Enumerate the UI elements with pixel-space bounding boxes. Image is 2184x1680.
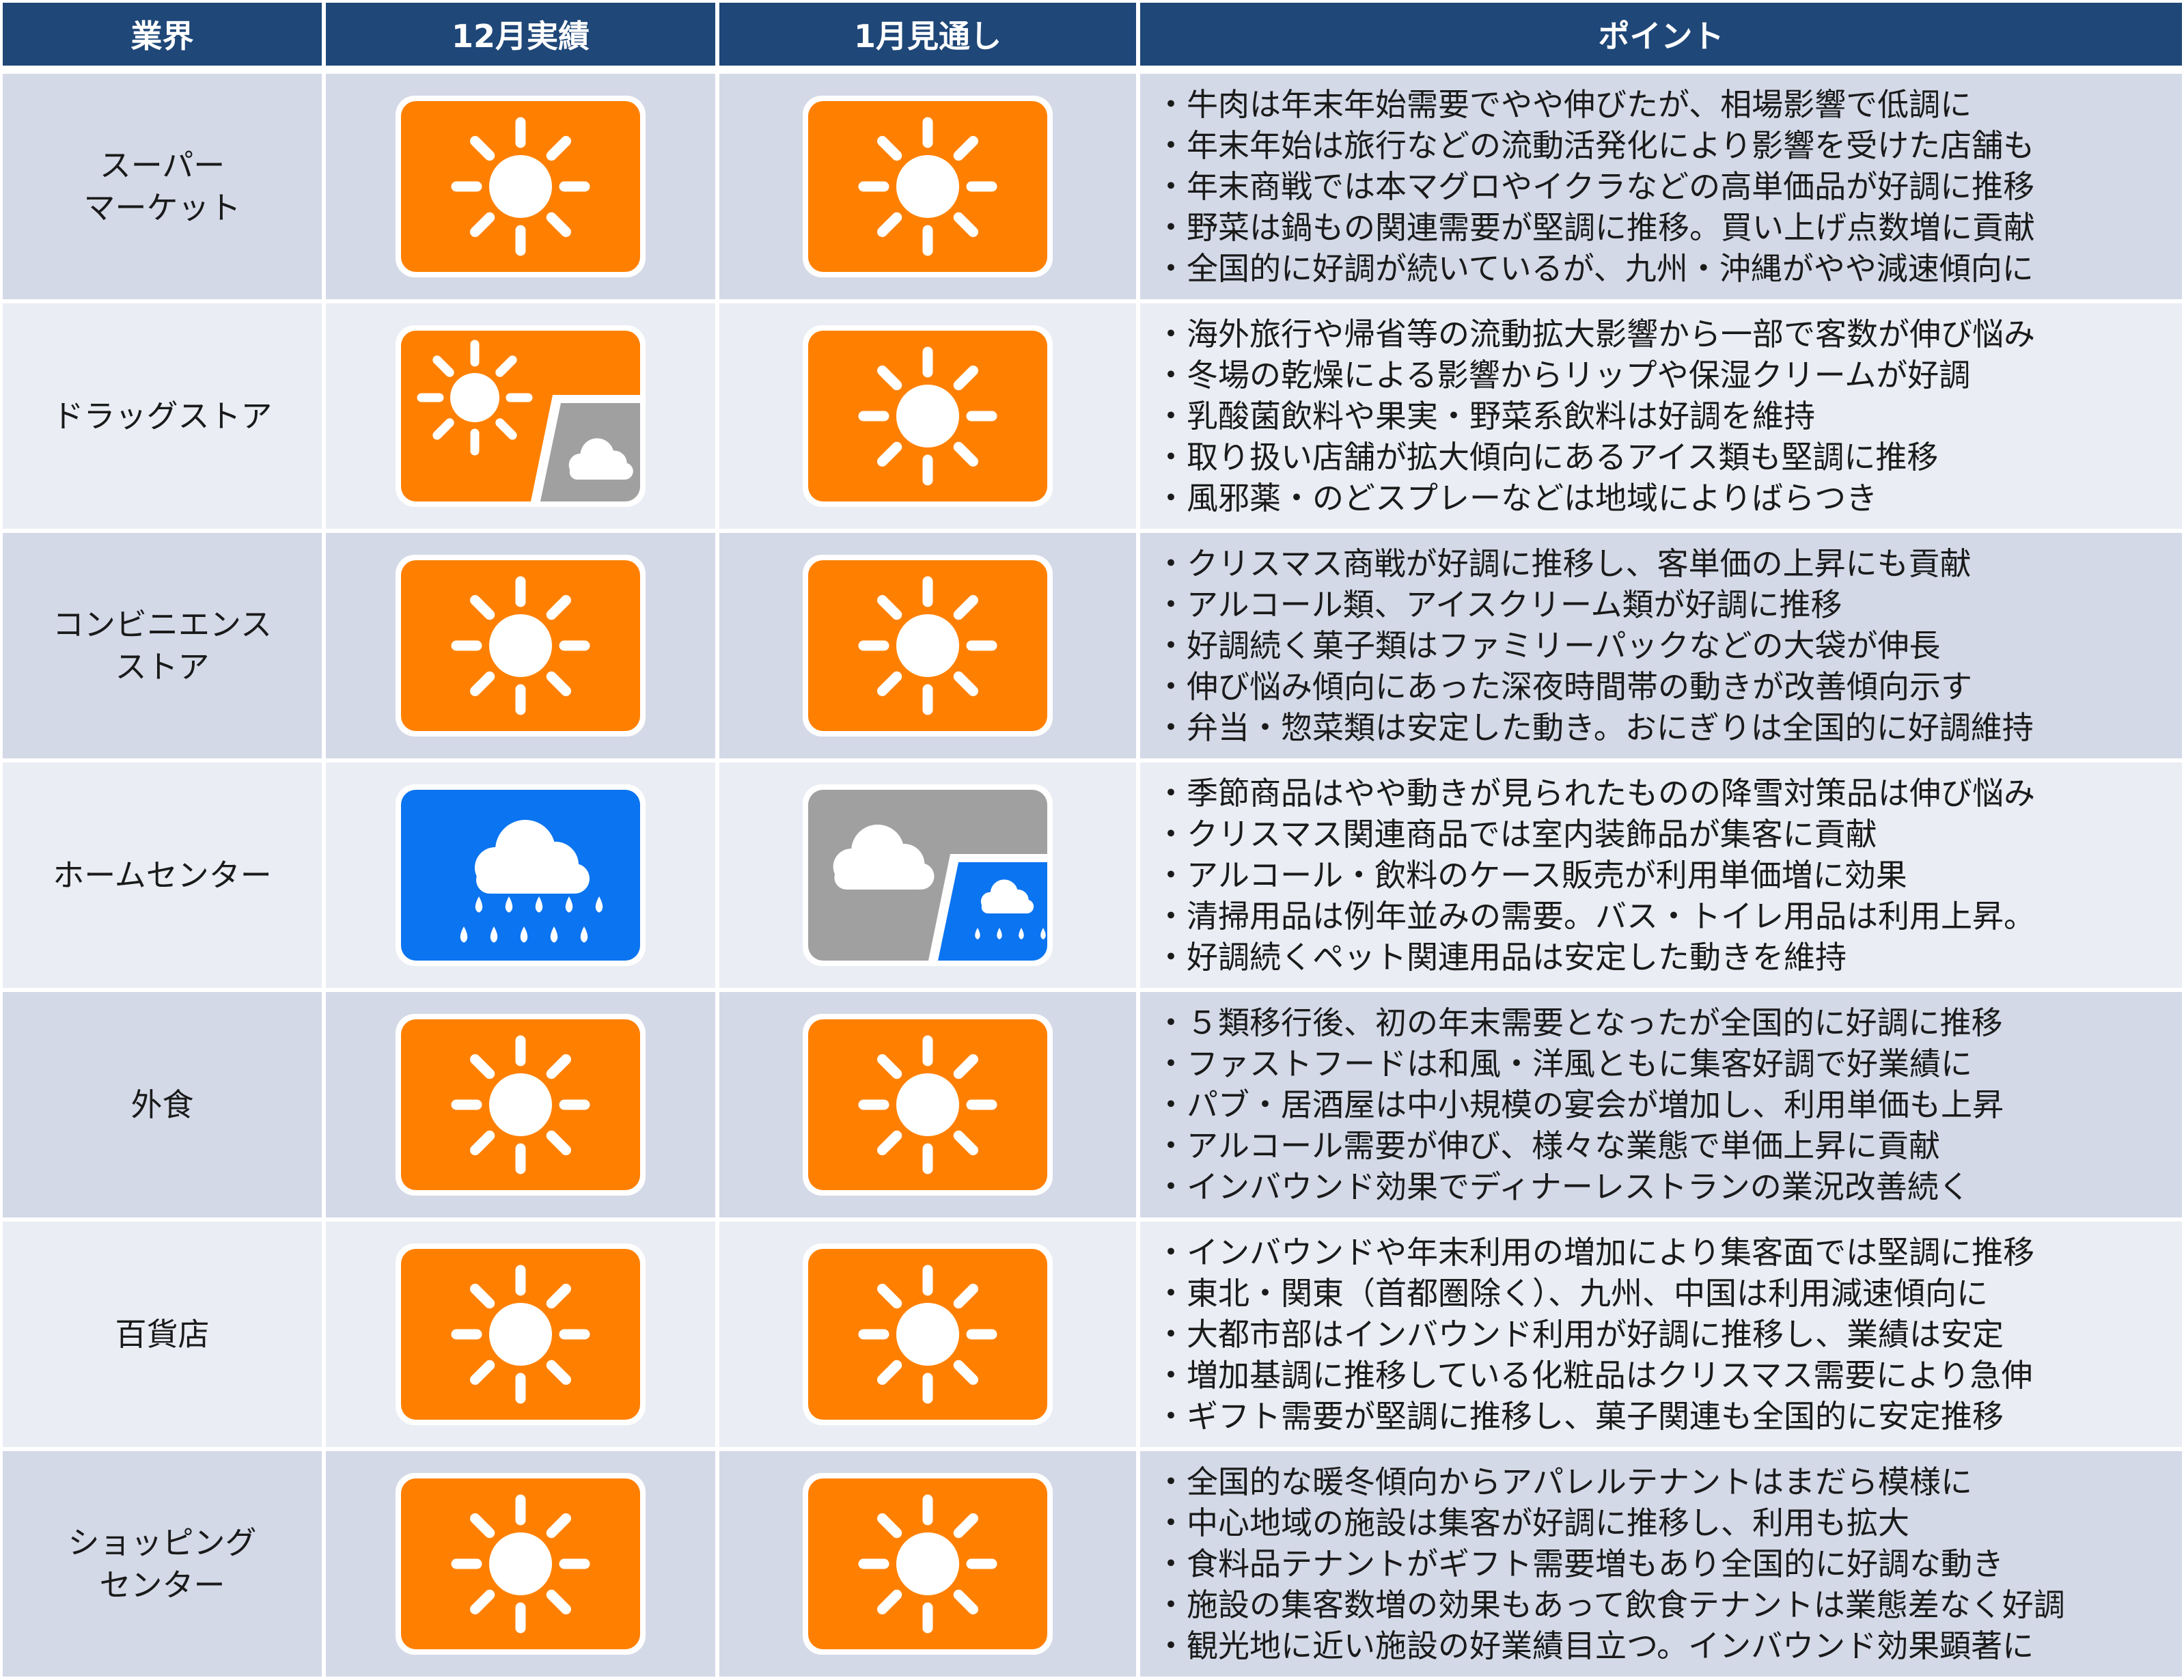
december-result-cell <box>326 74 715 299</box>
points-cell: ・インバウンドや年末利用の増加により集客面では堅調に推移 ・東北・関東（首都圏除く… <box>1140 1222 2182 1447</box>
point-item: ・観光地に近い施設の好業績目立つ。インバウンド効果顕著に <box>1155 1627 2034 1664</box>
point-item: ・インバウンドや年末利用の増加により集客面では堅調に推移 <box>1155 1234 2035 1271</box>
december-result-cell <box>326 303 715 529</box>
january-outlook-cell <box>719 762 1136 988</box>
sunny-icon <box>803 1243 1053 1425</box>
points-list: ・季節商品はやや動きが見られたものの降雪対策品は伸び悩み ・クリスマス関連商品では… <box>1140 773 2035 978</box>
industry-name: ショッピング センター <box>3 1451 322 1677</box>
point-item: ・施設の集客数増の効果もあって飲食テナントは業態差なく好調 <box>1155 1586 2065 1623</box>
january-outlook-cell <box>719 992 1136 1217</box>
january-outlook-cell <box>719 533 1136 758</box>
sunny-icon <box>396 1473 646 1655</box>
industry-name: ドラッグストア <box>3 303 322 529</box>
header-january: 1月見通し <box>719 3 1136 66</box>
points-list: ・牛肉は年末年始需要でやや伸びたが、相場影響で低調に・年末年始は旅行などの流動活… <box>1140 84 2035 289</box>
points-list: ・全国的な暖冬傾向からアパレルテナントはまだら模様に ・中心地域の施設は集客が好調… <box>1140 1461 2065 1666</box>
sunny-icon <box>803 1014 1053 1196</box>
point-item: ・牛肉は年末年始需要でやや伸びたが、相場影響で低調に <box>1155 86 1972 123</box>
sunny-icon <box>803 325 1053 507</box>
header-industry: 業界 <box>3 3 322 66</box>
point-item: ・アルコール類、アイスクリーム類が好調に推移 <box>1155 586 1842 623</box>
point-item: ・アルコール需要が伸び、様々な業態で単価上昇に貢献 <box>1155 1127 1941 1164</box>
december-result-cell <box>326 1222 715 1447</box>
sunny-icon <box>396 1014 646 1196</box>
point-item: ・東北・関東（首都圏除く）、九州、中国は利用減速傾向に <box>1155 1275 1988 1312</box>
sunny-icon <box>396 555 646 736</box>
january-outlook-cell <box>719 1451 1136 1677</box>
forecast-table: 業界 12月実績 1月見通し ポイントスーパー マーケット ・牛肉は年末年始需要でやや伸… <box>3 3 2182 1677</box>
point-item: ・５類移行後、初の年末需要となったが全国的に好調に推移 <box>1155 1004 2003 1041</box>
point-item: ・季節商品はやや動きが見られたものの降雪対策品は伸び悩み <box>1155 775 2035 812</box>
point-item: ・野菜は鍋もの関連需要が堅調に推移。買い上げ点数増に貢献 <box>1155 209 2035 246</box>
point-item: ・風邪薬・のどスプレーなどは地域によりばらつき <box>1155 480 1878 517</box>
january-outlook-cell <box>719 74 1136 299</box>
points-cell: ・海外旅行や帰省等の流動拡大影響から一部で客数が伸び悩み ・冬場の乾燥による影響か… <box>1140 303 2182 529</box>
industry-name: 外食 <box>3 992 322 1217</box>
december-result-cell <box>326 533 715 758</box>
point-item: ・ギフト需要が堅調に推移し、菓子関連も全国的に安定推移 <box>1155 1398 2004 1435</box>
point-item: ・食料品テナントがギフト需要増もあり全国的に好調な動き <box>1155 1545 2004 1582</box>
point-item: ・取り扱い店舗が拡大傾向にあるアイス類も堅調に推移 <box>1155 439 1939 476</box>
point-item: ・乳酸菌飲料や果実・野菜系飲料は好調を維持 <box>1155 398 1815 435</box>
rainy-icon <box>396 784 646 966</box>
point-item: ・クリスマス商戦が好調に推移し、客単価の上昇にも貢献 <box>1155 545 1972 582</box>
industry-name: 百貨店 <box>3 1222 322 1447</box>
header-december: 12月実績 <box>326 3 715 66</box>
point-item: ・大都市部はインバウンド利用が好調に推移し、業績は安定 <box>1155 1316 2004 1353</box>
sunny-icon <box>396 96 646 277</box>
points-list: ・インバウンドや年末利用の増加により集客面では堅調に推移 ・東北・関東（首都圏除く… <box>1140 1232 2034 1437</box>
industry-name: コンビニエンス ストア <box>3 533 322 758</box>
point-item: ・弁当・惣菜類は安定した動き。おにぎりは全国的に好調維持 <box>1155 709 2034 746</box>
point-item: ・クリスマス関連商品では室内装飾品が集客に貢献 <box>1155 816 1877 853</box>
point-item: ・アルコール・飲料のケース販売が利用単価増に効果 <box>1155 857 1907 894</box>
point-item: ・海外旅行や帰省等の流動拡大影響から一部で客数が伸び悩み <box>1155 316 2035 353</box>
point-item: ・年末年始は旅行などの流動活発化により影響を受けた店舗も <box>1155 127 2035 164</box>
point-item: ・好調続く菓子類はファミリーパックなどの大袋が伸長 <box>1155 627 1941 664</box>
point-item: ・増加基調に推移している化粧品はクリスマス需要により急伸 <box>1155 1357 2033 1394</box>
january-outlook-cell <box>719 1222 1136 1447</box>
header-points: ポイント <box>1140 3 2182 66</box>
sunny-icon <box>803 96 1053 277</box>
points-cell: ・５類移行後、初の年末需要となったが全国的に好調に推移 ・ファストフードは和風・洋… <box>1140 992 2182 1217</box>
point-item: ・伸び悩み傾向にあった深夜時間帯の動きが改善傾向示す <box>1155 668 1972 705</box>
point-item: ・インバウンド効果でディナーレストランの業況改善続く <box>1155 1168 1970 1205</box>
sunny-icon <box>803 555 1053 736</box>
point-item: ・ファストフードは和風・洋風ともに集客好調で好業績に <box>1155 1045 1972 1082</box>
points-cell: ・季節商品はやや動きが見られたものの降雪対策品は伸び悩み ・クリスマス関連商品では… <box>1140 762 2182 988</box>
sunny-icon <box>803 1473 1053 1655</box>
points-cell: ・クリスマス商戦が好調に推移し、客単価の上昇にも貢献 ・アルコール類、アイスクリー… <box>1140 533 2182 758</box>
december-result-cell <box>326 762 715 988</box>
cloudy-then-rainy-icon <box>803 784 1053 966</box>
december-result-cell <box>326 992 715 1217</box>
december-result-cell <box>326 1451 715 1677</box>
point-item: ・年末商戦では本マグロやイクラなどの高単価品が好調に推移 <box>1155 168 2035 205</box>
point-item: ・清掃用品は例年並みの需要。バス・トイレ用品は利用上昇。 <box>1155 898 2035 935</box>
points-list: ・クリスマス商戦が好調に推移し、客単価の上昇にも貢献 ・アルコール類、アイスクリー… <box>1140 543 2034 748</box>
point-item: ・中心地域の施設は集客が好調に推移し、利用も拡大 <box>1155 1504 1909 1541</box>
point-item: ・好調続くペット関連用品は安定した動きを維持 <box>1155 939 1847 976</box>
industry-name: スーパー マーケット <box>3 74 322 299</box>
points-list: ・５類移行後、初の年末需要となったが全国的に好調に推移 ・ファストフードは和風・洋… <box>1140 1002 2004 1207</box>
sunny-then-cloudy-icon <box>396 325 646 507</box>
point-item: ・パブ・居酒屋は中小規模の宴会が増加し、利用単価も上昇 <box>1155 1086 2004 1123</box>
points-list: ・海外旅行や帰省等の流動拡大影響から一部で客数が伸び悩み ・冬場の乾燥による影響か… <box>1140 314 2035 519</box>
point-item: ・冬場の乾燥による影響からリップや保湿クリームが好調 <box>1155 357 1971 394</box>
point-item: ・全国的に好調が続いているが、九州・沖縄がやや減速傾向に <box>1155 250 2034 287</box>
point-item: ・全国的な暖冬傾向からアパレルテナントはまだら模様に <box>1155 1463 1972 1500</box>
sunny-icon <box>396 1243 646 1425</box>
points-cell: ・牛肉は年末年始需要でやや伸びたが、相場影響で低調に・年末年始は旅行などの流動活… <box>1140 74 2182 299</box>
january-outlook-cell <box>719 303 1136 529</box>
industry-name: ホームセンター <box>3 762 322 988</box>
points-cell: ・全国的な暖冬傾向からアパレルテナントはまだら模様に ・中心地域の施設は集客が好調… <box>1140 1451 2182 1677</box>
